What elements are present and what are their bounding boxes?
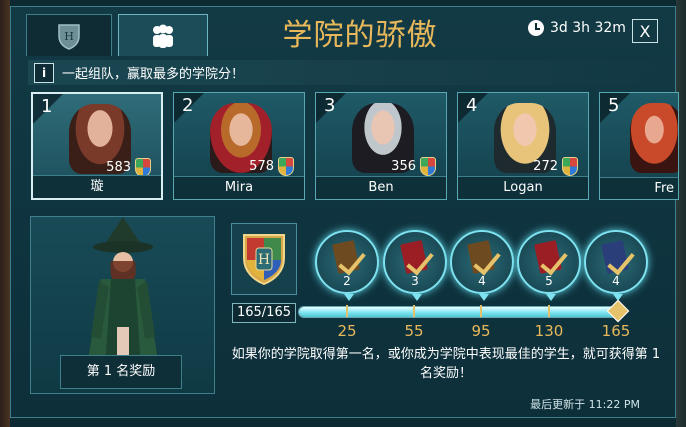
event-timer: 3d 3h 32m [528,20,626,36]
last-updated: 最后更新于 11:22 PM [530,398,640,411]
right-edge [676,0,686,427]
milestone-count: 2 [343,274,351,288]
progress-value: 165/165 [232,303,296,323]
milestone-5[interactable]: 4 [584,230,648,301]
info-icon[interactable]: i [34,62,54,83]
progress-tick [413,305,415,317]
team-icon [153,24,173,48]
member-name: Ben [316,176,446,199]
threshold-label: 130 [534,322,564,340]
milestone-count: 5 [545,274,553,288]
member-points: 578 [249,159,274,174]
rank-number: 3 [324,95,336,116]
house-crest-icon [420,157,436,176]
member-card-2[interactable]: 2 578 Mira [173,92,305,200]
svg-text:H: H [258,252,270,268]
left-edge [0,0,10,427]
member-card-3[interactable]: 3 356 Ben [315,92,447,200]
close-button[interactable]: X [632,19,658,43]
info-text: 一起组队，赢取最多的学院分！ [62,67,245,82]
threshold-label: 95 [471,322,491,340]
rank-number: 1 [41,96,53,117]
progress-tick [548,305,550,317]
progress-tick [480,305,482,317]
milestone-count: 3 [411,274,419,288]
milestone-3[interactable]: 4 [450,230,514,301]
page-title: 学院的骄傲 [282,18,438,53]
rank-number: 5 [608,95,620,116]
member-points: 356 [391,159,416,174]
threshold-label: 55 [404,322,424,340]
threshold-label: 25 [337,322,357,340]
milestone-4[interactable]: 5 [517,230,581,301]
reward-description: 如果你的学院取得第一名，或你成为学院中表现最佳的学生，就可获得第 1 名奖励！ [231,347,661,381]
progress-tick [346,305,348,317]
member-name: Mira [174,176,304,199]
member-name: 璇 [33,175,161,198]
milestone-1[interactable]: 2 [315,230,379,301]
svg-text:H: H [64,30,74,43]
hogwarts-crest-icon: H [243,234,285,286]
timer-text: 3d 3h 32m [550,20,626,36]
rank-number: 2 [182,95,194,116]
milestone-2[interactable]: 3 [383,230,447,301]
member-name: Fre [600,177,678,199]
rank-number: 4 [466,95,478,116]
member-card-5[interactable]: 5 Fre [599,92,679,200]
avatar [630,103,678,173]
tab-team[interactable] [118,14,208,56]
tab-house[interactable]: H [26,14,112,56]
member-points: 583 [106,160,131,175]
member-points: 272 [533,159,558,174]
house-crest-badge: H [231,223,297,295]
member-name: Logan [458,176,588,199]
house-crest-icon [278,157,294,176]
member-card-4[interactable]: 4 272 Logan [457,92,589,200]
house-crest-icon: H [58,23,80,50]
threshold-label: 165 [601,322,631,340]
milestone-count: 4 [612,274,620,288]
info-bar: i 一起组队，赢取最多的学院分！ [28,60,672,85]
house-crest-icon [562,157,578,176]
clock-icon [528,20,544,36]
milestone-count: 4 [478,274,486,288]
member-card-1[interactable]: 1 583 璇 [31,92,163,200]
reward-label: 第 1 名奖励 [60,355,182,389]
